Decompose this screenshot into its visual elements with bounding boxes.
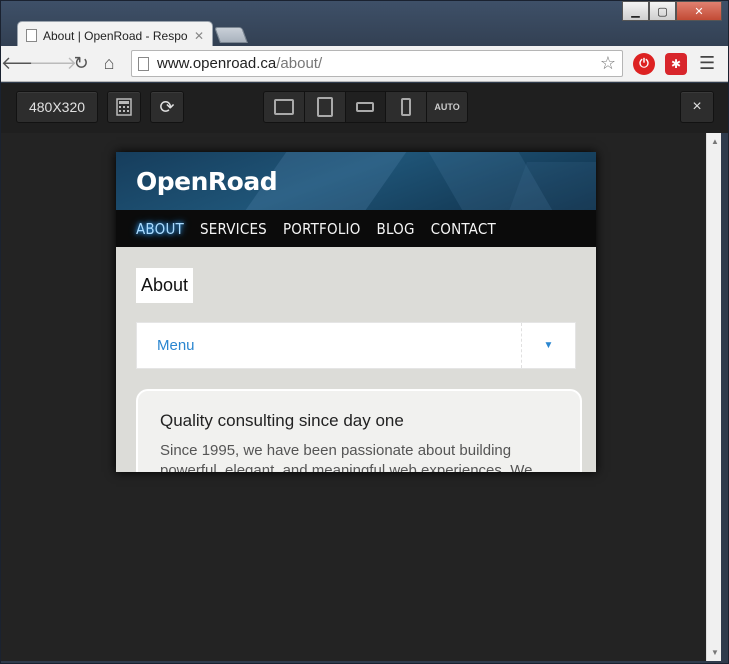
address-bar[interactable]: www.openroad.ca/about/ ☆ xyxy=(131,50,623,77)
browser-tab[interactable]: About | OpenRoad - Respo ✕ xyxy=(17,21,213,49)
close-tool-button[interactable]: × xyxy=(680,91,714,123)
card-body: Since 1995, we have been passionate abou… xyxy=(160,442,533,472)
maximize-button[interactable]: ▢ xyxy=(649,1,676,21)
home-button[interactable]: ⌂ xyxy=(95,50,123,78)
nav-blog[interactable]: BLOG xyxy=(377,220,415,238)
scroll-up-icon[interactable]: ▲ xyxy=(711,137,719,146)
page-icon xyxy=(26,29,37,42)
desktop-icon xyxy=(273,99,294,115)
nav-portfolio[interactable]: PORTFOLIO xyxy=(283,220,361,238)
intro-card: Quality consulting since day one Since 1… xyxy=(136,389,582,472)
emulated-page: OpenRoad ABOUT SERVICES PORTFOLIO BLOG C… xyxy=(116,152,596,472)
phone-portrait-preset-button[interactable] xyxy=(386,92,428,122)
scroll-down-icon[interactable]: ▼ xyxy=(711,648,719,657)
page-title: About xyxy=(136,268,194,303)
tab-title: About | OpenRoad - Respo xyxy=(43,28,188,43)
tab-close-icon[interactable]: ✕ xyxy=(194,29,204,43)
card-title: Quality consulting since day one xyxy=(160,411,404,430)
site-nav: ABOUT SERVICES PORTFOLIO BLOG CONTACT xyxy=(116,210,596,247)
bookmark-star-icon[interactable]: ☆ xyxy=(600,53,616,74)
page-icon xyxy=(138,56,149,71)
close-window-button[interactable]: ✕ xyxy=(676,1,722,21)
minimize-button[interactable]: ▁ xyxy=(622,1,649,21)
viewport-size-button[interactable]: 480X320 xyxy=(16,91,98,123)
url-path: /about/ xyxy=(276,55,323,72)
device-presets: AUTO xyxy=(263,91,468,123)
tablet-preset-button[interactable] xyxy=(305,92,346,122)
auto-preset-button[interactable]: AUTO xyxy=(427,92,467,122)
calculator-icon[interactable] xyxy=(107,91,141,123)
phone-landscape-preset-button[interactable] xyxy=(345,92,387,122)
nav-services[interactable]: SERVICES xyxy=(200,220,267,238)
browser-toolbar: 🡐 🡒 ↻ ⌂ www.openroad.ca/about/ ☆ ⏻ ✱ ☰ xyxy=(1,46,728,82)
vertical-scrollbar[interactable]: ▲ ▼ xyxy=(706,133,721,661)
forward-button[interactable]: 🡒 xyxy=(29,50,77,78)
responsive-toolbar: 480X320 ⟳ AUTO × xyxy=(1,83,728,133)
chrome-menu-icon[interactable]: ☰ xyxy=(699,53,715,74)
phone-landscape-icon xyxy=(356,102,375,112)
phone-portrait-icon xyxy=(401,98,412,116)
new-tab-button[interactable] xyxy=(214,27,248,43)
chevron-down-icon[interactable]: ▼ xyxy=(521,323,575,368)
stop-extension-icon[interactable]: ⏻ xyxy=(633,52,655,75)
site-header: OpenRoad xyxy=(116,152,596,210)
window-controls: ▁ ▢ ✕ xyxy=(622,1,722,21)
nav-contact[interactable]: CONTACT xyxy=(431,220,496,238)
tab-strip: About | OpenRoad - Respo ✕ xyxy=(9,19,709,49)
tablet-icon xyxy=(316,97,333,117)
nav-about[interactable]: ABOUT xyxy=(136,220,184,238)
menu-label: Menu xyxy=(157,337,195,354)
reload-button[interactable]: ↻ xyxy=(67,50,95,78)
extension-icon[interactable]: ✱ xyxy=(665,52,687,75)
menu-dropdown[interactable]: Menu ▼ xyxy=(136,322,576,369)
url-host: www.openroad.ca xyxy=(157,55,277,72)
site-logo[interactable]: OpenRoad xyxy=(136,167,278,196)
rotate-icon[interactable]: ⟳ xyxy=(150,91,184,123)
desktop-preset-button[interactable] xyxy=(264,92,305,122)
